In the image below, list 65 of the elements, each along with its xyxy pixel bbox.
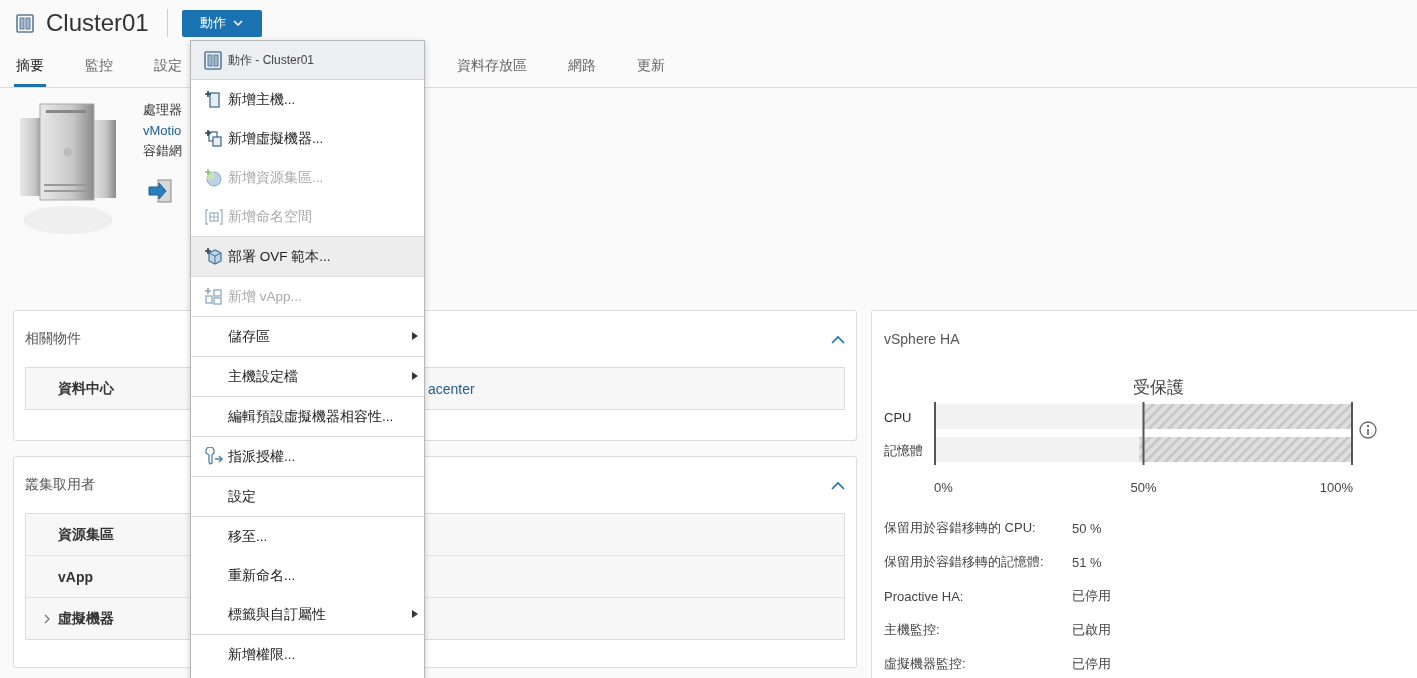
key-arrow-icon — [204, 446, 224, 467]
row-label: 資源集區 — [58, 525, 114, 544]
axis-label: 記憶體 — [884, 443, 923, 458]
menu-item[interactable]: 主機設定檔 — [191, 357, 424, 396]
menu-item[interactable]: 編輯預設虛擬機器相容性... — [191, 397, 424, 436]
menu-item[interactable]: 儲存區 — [191, 317, 424, 356]
tab[interactable]: 資料存放區 — [455, 46, 529, 87]
field-label: 保留用於容錯移轉的記憶體: — [884, 553, 1045, 571]
menu-item: 新增資源集區... — [191, 158, 424, 197]
window-plus-icon — [204, 128, 224, 149]
tab[interactable]: 摘要 — [14, 46, 46, 87]
field-value: 已啟用 — [1072, 621, 1111, 639]
menu-item[interactable]: 設定 — [191, 477, 424, 516]
expand-icon[interactable] — [44, 613, 51, 624]
pie-plus-icon — [204, 167, 224, 188]
tab[interactable]: 網路 — [566, 46, 598, 87]
row-label: 虛擬機器 — [58, 609, 114, 628]
menu-item[interactable]: 移至... — [191, 517, 424, 556]
card-title: 相關物件 — [25, 330, 81, 348]
menu-item[interactable]: 重新命名... — [191, 556, 424, 595]
menu-title: 動作 - Cluster01 — [228, 51, 315, 69]
tick-label: 50% — [1130, 480, 1157, 495]
card-title: 叢集取用者 — [25, 476, 95, 494]
field-value: 50 % — [1072, 520, 1102, 536]
field-value: 51 % — [1072, 554, 1102, 570]
field-label: 虛擬機器監控: — [884, 655, 967, 673]
menu-item[interactable]: 新增權限... — [191, 635, 424, 674]
menu-item[interactable]: 指派授權... — [191, 437, 424, 476]
collapse-icon[interactable] — [831, 334, 845, 344]
field-label: Proactive HA: — [884, 588, 965, 604]
summary-text: 容錯網 — [143, 142, 182, 160]
cluster-icon — [204, 50, 222, 70]
tab[interactable]: 監控 — [83, 46, 115, 87]
chart-title: 受保護 — [1132, 378, 1184, 397]
field-label: 主機監控: — [884, 621, 941, 639]
field-label: 保留用於容錯移轉的 CPU: — [884, 519, 1037, 537]
cluster-icon — [16, 13, 34, 33]
arrow-server-icon — [147, 177, 173, 204]
page-title: Cluster01 — [46, 9, 149, 37]
card-title: vSphere HA — [884, 330, 961, 349]
field-value: 已停用 — [1072, 587, 1111, 605]
menu-item[interactable]: 部署 OVF 範本... — [191, 237, 424, 276]
tab[interactable]: 設定 — [152, 46, 184, 87]
actions-button[interactable]: 動作 — [181, 9, 262, 37]
cube-plus-icon — [204, 246, 224, 267]
row-label: 資料中心 — [58, 379, 114, 398]
row-link[interactable]: acenter — [426, 380, 475, 397]
menu-item: 新增 vApp... — [191, 277, 424, 316]
menu-item[interactable]: 新增虛擬機器... — [191, 119, 424, 158]
tick-label: 100% — [1319, 480, 1353, 495]
info-icon[interactable] — [1359, 421, 1377, 439]
chevron-down-icon — [233, 20, 244, 26]
collapse-icon[interactable] — [831, 480, 845, 490]
axis-label: CPU — [884, 410, 912, 425]
summary-link[interactable]: vMotio — [143, 120, 182, 141]
row-label: vApp — [58, 568, 93, 585]
grid-plus-icon — [204, 286, 224, 307]
tick-label: 0% — [934, 480, 953, 495]
tab[interactable]: 更新 — [635, 46, 667, 87]
field-value: 已停用 — [1072, 655, 1111, 673]
bracket-grid-icon — [204, 206, 224, 227]
menu-item[interactable]: 新增主機... — [191, 80, 424, 119]
summary-text: 處理器 — [143, 101, 182, 119]
menu-item: 新增命名空間 — [191, 197, 424, 236]
menu-item[interactable]: 標籤與自訂屬性 — [191, 595, 424, 634]
